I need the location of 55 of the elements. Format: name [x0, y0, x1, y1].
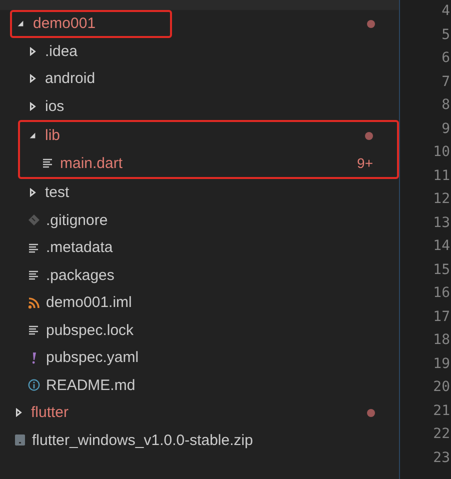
caret-right-icon[interactable] [28, 102, 37, 111]
line-number: 15 [432, 260, 450, 280]
line-number: 10 [432, 143, 450, 162]
file-name[interactable]: android [45, 70, 96, 88]
line-number: 4 [440, 2, 450, 21]
file-name[interactable]: flutter [31, 404, 69, 422]
line-number: 22 [432, 425, 450, 444]
modified-dot [367, 20, 375, 28]
line-number: 16 [432, 284, 450, 303]
line-number: 21 [432, 402, 450, 420]
line-number: 7 [440, 72, 450, 92]
archive-icon [14, 434, 26, 446]
caret-right-icon[interactable] [14, 408, 23, 418]
file-name[interactable]: demo001.iml [46, 294, 132, 312]
line-number: 20 [432, 378, 450, 397]
line-number: 12 [432, 190, 450, 209]
file-name[interactable]: flutter_windows_v1.0.0-stable.zip [32, 432, 253, 449]
file-name[interactable]: main.dart [60, 154, 123, 172]
line-number: 9 [440, 120, 450, 138]
text-file-icon [28, 242, 40, 254]
caret-down-icon[interactable] [16, 19, 25, 28]
line-number: 8 [440, 96, 450, 115]
caret-right-icon[interactable] [28, 46, 37, 56]
caret-down-icon[interactable] [28, 131, 37, 140]
line-number: 23 [432, 448, 450, 468]
info-icon [28, 379, 40, 392]
line-number: 5 [440, 26, 450, 44]
file-name[interactable]: demo001 [33, 15, 96, 32]
file-name[interactable]: .metadata [46, 239, 113, 256]
diamond-icon [28, 214, 40, 226]
text-file-icon [28, 324, 40, 336]
line-number: 13 [432, 214, 450, 232]
file-name[interactable]: ios [45, 98, 64, 115]
file-name[interactable]: pubspec.yaml [46, 349, 139, 366]
file-name[interactable]: pubspec.lock [46, 322, 134, 339]
caret-right-icon[interactable] [28, 188, 37, 198]
file-name[interactable]: README.md [46, 376, 136, 394]
problem-count: 9+ [357, 155, 373, 172]
line-number: 11 [432, 166, 450, 186]
line-number: 19 [432, 354, 450, 374]
modified-dot [367, 408, 375, 417]
file-name[interactable]: .idea [45, 42, 78, 60]
rss-icon [28, 296, 40, 309]
file-name[interactable]: .packages [46, 266, 114, 284]
modified-dot [365, 132, 373, 140]
line-number: 18 [432, 331, 450, 350]
file-name[interactable]: lib [45, 127, 60, 144]
line-number: 6 [440, 49, 450, 68]
line-number: 17 [432, 308, 450, 326]
caret-right-icon[interactable] [28, 74, 37, 84]
text-file-icon [42, 157, 54, 170]
text-file-icon [28, 269, 40, 282]
file-name[interactable]: test [45, 184, 70, 202]
file-name[interactable]: .gitignore [46, 212, 108, 229]
line-number: 14 [432, 237, 450, 256]
